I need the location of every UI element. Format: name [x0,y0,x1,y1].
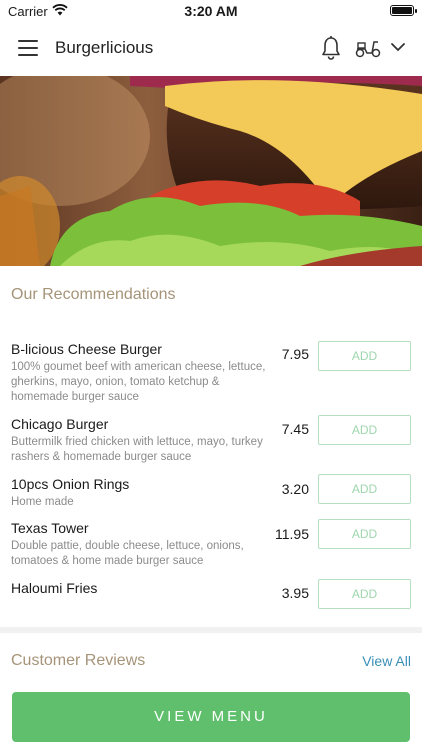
section-divider [0,627,422,633]
item-price: 3.20 [281,481,309,497]
add-button[interactable]: ADD [318,474,411,504]
item-description: Buttermilk fried chicken with lettuce, m… [11,436,263,463]
restaurant-title: Burgerlicious [55,38,154,57]
item-price: 3.95 [281,585,309,601]
add-button[interactable]: ADD [318,341,411,371]
item-name: Texas Tower [11,520,89,536]
status-bar: Carrier 3:20 AM [0,0,422,22]
item-name: B-licious Cheese Burger [11,341,162,357]
item-price: 11.95 [275,526,309,542]
reviews-heading: Customer Reviews [11,652,146,669]
item-description: 100% goumet beef with american cheese, l… [11,361,266,403]
add-button[interactable]: ADD [318,415,411,445]
clock: 3:20 AM [184,3,238,19]
item-price: 7.95 [281,346,309,362]
item-name: Haloumi Fries [11,580,98,596]
item-name: Chicago Burger [11,416,109,432]
item-description: Double pattie, double cheese, lettuce, o… [11,540,244,567]
view-all-link[interactable]: View All [362,653,411,669]
item-description: Home made [11,496,74,508]
menu-icon[interactable] [18,40,38,56]
top-nav-bar: Burgerlicious [0,22,422,76]
item-price: 7.45 [281,421,309,437]
chevron-down-icon[interactable] [390,39,406,55]
hero-burger-image [0,76,422,266]
scooter-icon[interactable] [354,37,382,59]
view-menu-button[interactable]: VIEW MENU [12,692,410,742]
battery-icon [390,5,417,16]
item-name: 10pcs Onion Rings [11,476,130,492]
bell-icon[interactable] [320,35,342,61]
add-button[interactable]: ADD [318,579,411,609]
recommendations-heading: Our Recommendations [11,286,176,303]
add-button[interactable]: ADD [318,519,411,549]
